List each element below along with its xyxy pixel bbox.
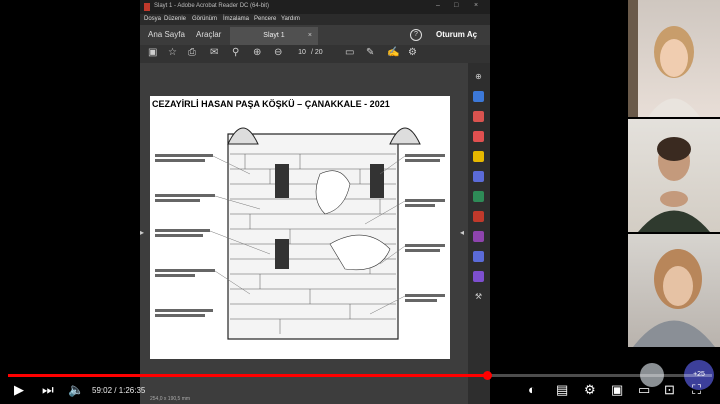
bookmark-star-icon[interactable]: ☆ <box>168 47 177 58</box>
more-tools-icon[interactable]: ⚒ <box>473 291 484 302</box>
toolbar: ▣ ☆ ⎙ ✉ ⚲ ⊕ ⊖ 10 / 20 ▭ ✎ ✍ ⚙ <box>140 45 490 63</box>
play-icon[interactable]: ▶ <box>14 382 24 398</box>
video-progress-bar[interactable] <box>8 371 712 380</box>
prev-page-icon[interactable]: ⊕ <box>253 47 261 58</box>
participant-1-figure <box>628 0 700 117</box>
page-current-input[interactable]: 10 <box>295 49 309 56</box>
menu-gorunum[interactable]: Görünüm <box>192 16 217 22</box>
close-tab-icon[interactable]: × <box>308 27 312 45</box>
menu-bar: Dosya Düzenle Görünüm İmzalama Pencere Y… <box>140 14 490 25</box>
menu-yardim[interactable]: Yardım <box>281 16 300 22</box>
next-video-icon[interactable]: ⏭ <box>42 382 54 398</box>
theater-mode-icon[interactable]: ▭ <box>638 382 650 398</box>
document-tab-label: Slayt 1 <box>263 32 285 39</box>
window-title: Slayt 1 - Adobe Acrobat Reader DC (64-bi… <box>154 3 270 9</box>
participant-2-figure <box>638 137 710 232</box>
menu-duzenle[interactable]: Düzenle <box>164 16 186 22</box>
participant-3-figure <box>633 249 715 347</box>
maximize-icon[interactable]: □ <box>454 2 458 9</box>
edit-pdf-icon[interactable] <box>473 111 484 122</box>
page-title: CEZAYİRLİ HASAN PAŞA KÖŞKÜ – ÇANAKKALE -… <box>152 99 390 109</box>
share-icon[interactable]: ⚙ <box>408 47 417 58</box>
send-sign-icon[interactable] <box>473 231 484 242</box>
page-indicator: 10 / 20 <box>295 49 323 56</box>
pdf-icon <box>144 3 150 11</box>
redact-icon[interactable] <box>473 271 484 282</box>
acrobat-window: Slayt 1 - Adobe Acrobat Reader DC (64-bi… <box>140 0 490 404</box>
minimize-icon[interactable]: – <box>436 2 440 9</box>
collapse-left-icon[interactable]: ▸ <box>140 228 144 237</box>
pdf-page: CEZAYİRLİ HASAN PAŞA KÖŞKÜ – ÇANAKKALE -… <box>150 96 450 359</box>
print-icon[interactable]: ⎙ <box>188 47 196 58</box>
participant-video-2 <box>628 119 720 232</box>
zoom-search-icon[interactable]: ⚲ <box>232 47 239 58</box>
save-icon[interactable]: ▣ <box>148 47 157 58</box>
tab-ana-sayfa[interactable]: Ana Sayfa <box>148 30 185 39</box>
title-bar: Slayt 1 - Adobe Acrobat Reader DC (64-bi… <box>140 0 490 14</box>
miniplayer-icon[interactable]: ▣ <box>611 382 623 398</box>
autoplay-toggle-icon[interactable]: ◐ <box>528 382 536 397</box>
help-icon[interactable]: ? <box>410 29 422 41</box>
sign-icon[interactable]: ✍ <box>387 47 399 58</box>
menu-imzalama[interactable]: İmzalama <box>223 16 249 22</box>
create-pdf-icon[interactable] <box>473 91 484 102</box>
mail-icon[interactable]: ✉ <box>210 47 218 58</box>
page-separator: / <box>310 49 313 56</box>
comment-icon[interactable]: ▭ <box>345 47 354 58</box>
settings-gear-icon[interactable]: ⚙ <box>584 382 596 398</box>
participant-video-3 <box>628 234 720 347</box>
menu-dosya[interactable]: Dosya <box>144 16 161 22</box>
fill-sign-icon[interactable] <box>473 211 484 222</box>
menu-pencere[interactable]: Pencere <box>254 16 276 22</box>
cast-icon[interactable]: ⊡ <box>664 382 675 398</box>
participant-video-1 <box>628 0 720 117</box>
fullscreen-icon[interactable]: ⛶ <box>692 382 701 398</box>
tab-bar: Ana Sayfa Araçlar Slayt 1 × ? Oturum Aç <box>140 25 490 45</box>
volume-icon[interactable]: 🔈 <box>68 382 84 398</box>
combine-files-icon[interactable] <box>473 171 484 182</box>
tab-araclar[interactable]: Araçlar <box>196 30 221 39</box>
next-page-icon[interactable]: ⊖ <box>274 47 282 58</box>
player-controls: ▶ ⏭ 🔈 59:02 / 1:26:35 ◐ ▤ ⚙ ▣ ▭ ⊡ ⛶ <box>0 378 720 404</box>
time-display: 59:02 / 1:26:35 <box>92 386 146 395</box>
page-total: 20 <box>314 49 323 56</box>
tools-pane: ⊕ ⚒ <box>468 63 490 404</box>
collapse-right-icon[interactable]: ◂ <box>460 228 464 237</box>
protect-icon[interactable] <box>473 251 484 262</box>
close-icon[interactable]: × <box>474 2 478 9</box>
progress-played <box>8 374 487 377</box>
zoom-icon[interactable]: ⊕ <box>473 71 484 82</box>
tab-document[interactable]: Slayt 1 × <box>230 27 318 45</box>
subtitles-icon[interactable]: ▤ <box>556 382 568 398</box>
architectural-drawing <box>155 127 445 340</box>
comment-tool-icon[interactable] <box>473 151 484 162</box>
sign-in-button[interactable]: Oturum Aç <box>436 30 477 39</box>
document-area[interactable]: CEZAYİRLİ HASAN PAŞA KÖŞKÜ – ÇANAKKALE -… <box>140 63 468 404</box>
export-pdf-icon[interactable] <box>473 131 484 142</box>
highlight-pen-icon[interactable]: ✎ <box>366 47 374 58</box>
scan-ocr-icon[interactable] <box>473 191 484 202</box>
